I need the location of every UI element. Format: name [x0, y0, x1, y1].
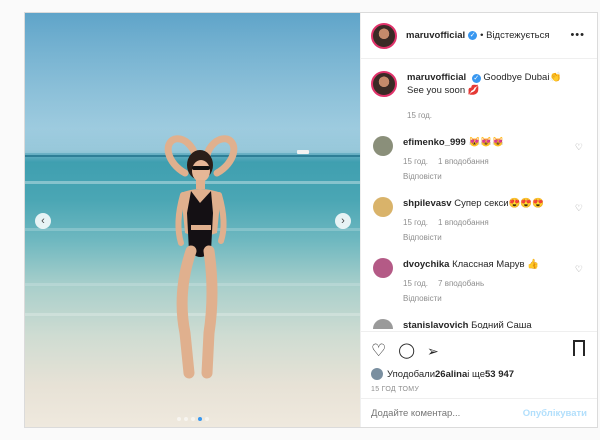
caption-text-line2: See you soon 💋	[407, 85, 480, 96]
reply-link[interactable]: Відповісти	[403, 170, 504, 183]
commenter-handle[interactable]: efimenko_999	[403, 137, 466, 148]
caption-avatar[interactable]	[371, 71, 397, 97]
comment-text: 😻😻😻	[468, 137, 504, 148]
verified-badge-icon: ✓	[471, 74, 481, 83]
comment-like-heart-icon[interactable]: ♡	[575, 142, 583, 153]
post-modal: ‹ › maruvofficial ✓ • Відстежується ••• …	[24, 12, 598, 428]
commenter-avatar[interactable]	[373, 319, 393, 329]
like-heart-icon[interactable]: ♡	[371, 342, 386, 360]
likes-prefix: Уподобали	[387, 368, 436, 380]
publish-button[interactable]: Опублікувати	[523, 408, 587, 419]
comment-time: 15 год.	[403, 157, 429, 166]
commenter-avatar[interactable]	[373, 197, 393, 217]
post-time: 15 ГОД ТОМУ	[371, 386, 420, 393]
comment-item: efimenko_999 😻😻😻 15 год. 1 вподобання Відпо…	[371, 136, 587, 183]
more-options-icon[interactable]: •••	[570, 29, 585, 41]
post-header: maruvofficial ✓ • Відстежується •••	[361, 13, 597, 59]
like-count[interactable]: 53 947	[485, 369, 514, 380]
carousel-dot	[176, 417, 181, 421]
post-sidebar: maruvofficial ✓ • Відстежується ••• maru…	[360, 13, 597, 427]
share-icon[interactable]: ➢	[427, 342, 439, 360]
comment-meta: 15 год. 7 вподобань	[403, 277, 539, 290]
comment-item: stanislavovich Бодний Саша	[371, 319, 587, 329]
post-photo[interactable]: ‹ ›	[25, 13, 360, 427]
likes-suffix: і ще	[467, 368, 485, 380]
commenter-handle[interactable]: dvoychika	[403, 259, 449, 270]
carousel-dot	[190, 417, 195, 421]
reply-link[interactable]: Відповісти	[403, 292, 539, 305]
sky	[25, 13, 360, 153]
verified-badge-icon: ✓	[468, 31, 478, 40]
carousel-indicator	[25, 417, 360, 421]
comment-time: 15 год.	[403, 279, 429, 288]
liker-avatar	[371, 368, 383, 380]
following-status[interactable]: • Відстежується	[480, 30, 549, 41]
post-caption: maruvofficial ✓ Goodbye Dubai👏 See you s…	[371, 71, 587, 122]
commenter-handle[interactable]: stanislavovich	[403, 320, 468, 329]
comment-time: 15 год.	[403, 218, 429, 227]
commenter-avatar[interactable]	[373, 136, 393, 156]
comment-input[interactable]	[371, 407, 523, 419]
comment-text: Бодний Саша	[471, 320, 532, 329]
comment-meta: 15 год. 1 вподобання	[403, 216, 544, 229]
comment-like-heart-icon[interactable]: ♡	[575, 264, 583, 275]
author-avatar[interactable]	[371, 22, 397, 49]
comment-text: Классная Марув 👍	[452, 259, 540, 270]
reply-link[interactable]: Відповісти	[403, 231, 544, 244]
comment-likes[interactable]: 7 вподобань	[438, 279, 484, 288]
comment-icon[interactable]: ◯	[398, 342, 415, 360]
author-handle[interactable]: maruvofficial	[406, 30, 465, 41]
ship	[297, 150, 309, 154]
caption-handle[interactable]: maruvofficial	[407, 72, 466, 83]
comments-list[interactable]: maruvofficial ✓ Goodbye Dubai👏 See you s…	[361, 59, 597, 329]
add-comment-bar: Опублікувати	[361, 398, 597, 427]
post-actions: ♡ ◯ ➢ Уподобали 26alina і ще 53 947 15 Г…	[361, 331, 597, 393]
next-photo-button[interactable]: ›	[335, 213, 351, 229]
previous-photo-button[interactable]: ‹	[35, 213, 51, 229]
woman-figure	[164, 135, 238, 379]
comment-item: shpilevasv Супер секси😍😍😍 15 год. 1 вподоб…	[371, 197, 587, 244]
comment-likes[interactable]: 1 вподобання	[438, 218, 489, 227]
comment-like-heart-icon[interactable]: ♡	[575, 203, 583, 214]
bookmark-icon[interactable]	[573, 340, 585, 358]
liker-handle[interactable]: 26alina	[435, 369, 467, 380]
commenter-avatar[interactable]	[373, 258, 393, 278]
carousel-dot	[197, 417, 202, 421]
comment-meta: 15 год. 1 вподобання	[403, 155, 504, 168]
carousel-dot	[183, 417, 188, 421]
comment-text: Супер секси😍😍😍	[454, 198, 545, 209]
caption-text: Goodbye Dubai👏	[483, 72, 562, 83]
caption-time: 15 год.	[407, 111, 433, 120]
comment-item: dvoychika Классная Марув 👍 15 год. 7 вподо…	[371, 258, 587, 305]
commenter-handle[interactable]: shpilevasv	[403, 198, 452, 209]
carousel-dot	[204, 417, 209, 421]
likes-summary[interactable]: Уподобали 26alina і ще 53 947	[371, 368, 587, 380]
comment-likes[interactable]: 1 вподобання	[438, 157, 489, 166]
